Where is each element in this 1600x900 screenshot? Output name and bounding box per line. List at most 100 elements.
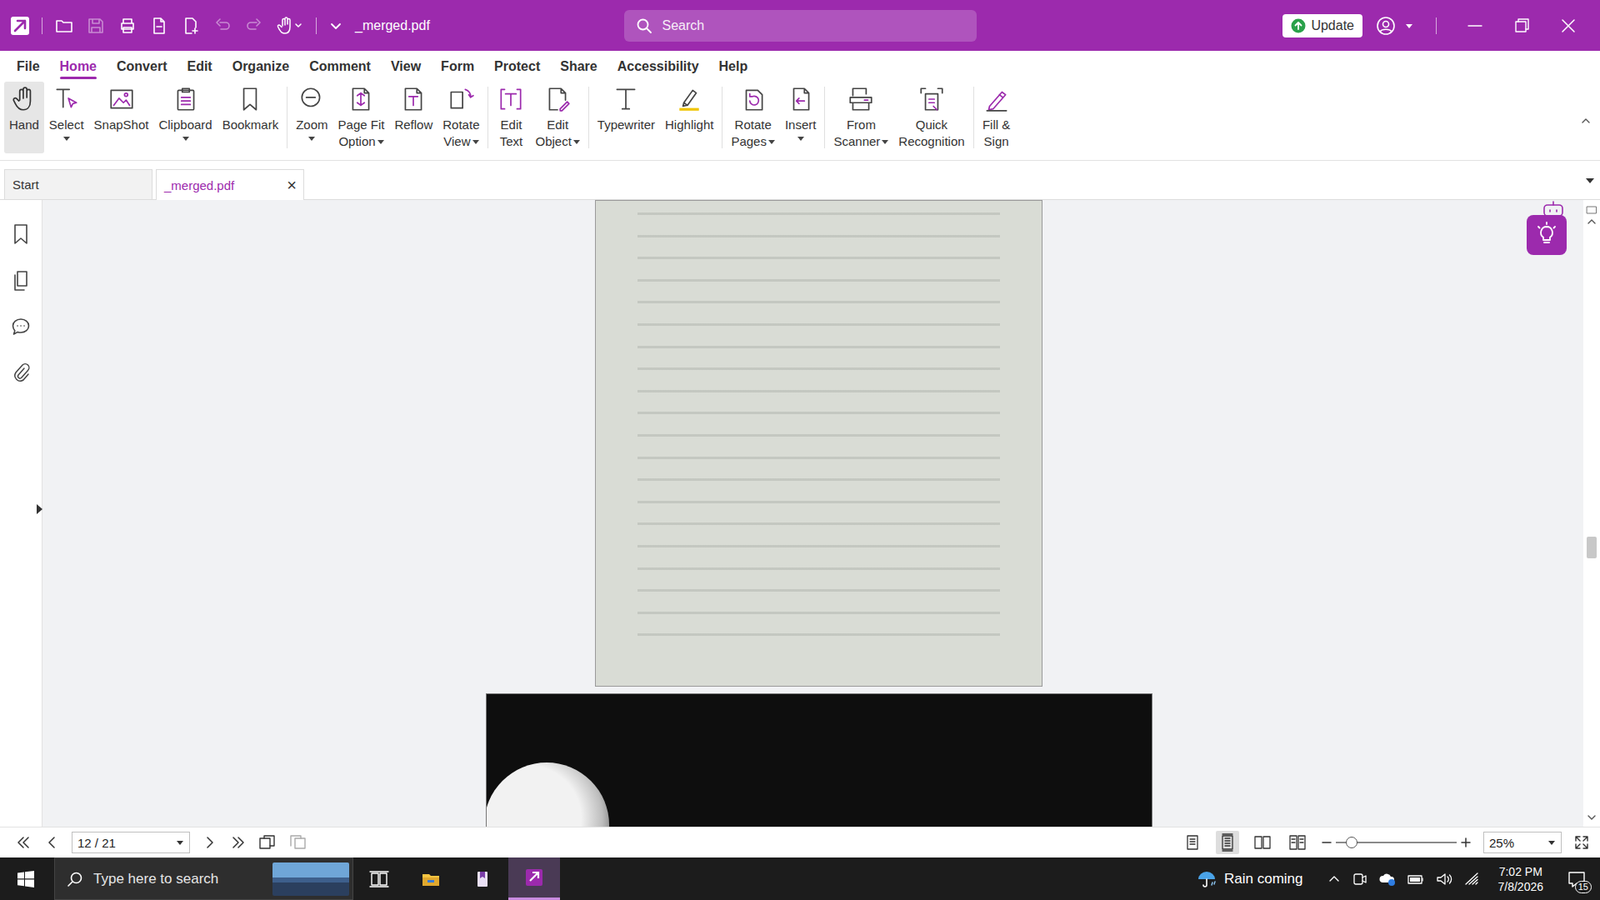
search-box[interactable] bbox=[624, 10, 977, 42]
notification-center[interactable]: 15 bbox=[1560, 862, 1594, 896]
print-icon[interactable] bbox=[117, 15, 138, 36]
close-icon[interactable] bbox=[1551, 15, 1585, 36]
meet-now-icon[interactable] bbox=[1351, 870, 1369, 888]
ribbon-label[interactable]: Highlight bbox=[665, 116, 714, 134]
save-icon[interactable] bbox=[85, 15, 106, 36]
ribbon-button[interactable]: Reflow bbox=[389, 81, 438, 154]
account-dropdown-icon[interactable] bbox=[1404, 20, 1415, 31]
ribbon-label[interactable]: Insert bbox=[785, 116, 817, 134]
tips-button[interactable] bbox=[1526, 215, 1567, 255]
taskbar-search-placeholder[interactable]: Type here to search bbox=[93, 870, 263, 888]
menu-item[interactable]: Convert bbox=[108, 59, 175, 80]
ribbon-label[interactable]: Rotate bbox=[735, 116, 772, 134]
view-mode-button[interactable] bbox=[1180, 830, 1205, 855]
ribbon-label[interactable]: Zoom bbox=[295, 116, 328, 134]
dropdown-arrow-icon[interactable] bbox=[797, 136, 805, 141]
next-page-icon[interactable] bbox=[201, 834, 219, 851]
scroll-up-icon[interactable] bbox=[1585, 215, 1598, 228]
ribbon-button[interactable]: SnapShot bbox=[89, 81, 155, 154]
ribbon-label[interactable]: Hand bbox=[9, 116, 40, 134]
panel-toggle-icon[interactable] bbox=[1585, 204, 1598, 216]
ribbon-label[interactable]: Reflow bbox=[394, 116, 433, 134]
document-tab-label[interactable]: _merged.pdf bbox=[164, 178, 235, 193]
restore-icon[interactable] bbox=[1505, 15, 1539, 36]
scroll-down-icon[interactable] bbox=[1585, 811, 1598, 824]
ribbon-button[interactable]: EditObject bbox=[530, 81, 585, 154]
ribbon-button[interactable]: Zoom bbox=[290, 81, 333, 154]
ribbon-label[interactable]: From bbox=[846, 116, 876, 134]
document-tab[interactable]: _merged.pdf × bbox=[155, 169, 305, 200]
menu-item[interactable]: View bbox=[382, 59, 430, 80]
ribbon-label[interactable]: Bookmark bbox=[222, 116, 280, 134]
ribbon-label[interactable]: Clipboard bbox=[158, 116, 212, 134]
ribbon-button[interactable]: RotateView bbox=[437, 81, 485, 154]
ribbon-button[interactable]: FromScanner bbox=[828, 81, 894, 154]
ribbon-button[interactable]: RotatePages bbox=[725, 81, 780, 154]
ribbon-label[interactable]: Page Fit bbox=[338, 116, 385, 134]
document-tab-label[interactable]: Start bbox=[12, 177, 40, 192]
taskbar-app[interactable] bbox=[456, 857, 509, 900]
taskbar-search[interactable]: Type here to search bbox=[54, 857, 354, 900]
dropdown-arrow-icon[interactable] bbox=[573, 140, 580, 145]
ribbon-label[interactable]: Typewriter bbox=[597, 116, 655, 134]
ribbon-button[interactable]: Page FitOption bbox=[333, 81, 390, 154]
comments-panel-icon[interactable] bbox=[10, 316, 31, 337]
weather-widget[interactable]: Rain coming bbox=[1195, 868, 1304, 890]
view-mode-button[interactable] bbox=[1250, 830, 1275, 855]
undo-icon[interactable] bbox=[212, 15, 233, 36]
ribbon-label[interactable]: Sign bbox=[984, 133, 1010, 150]
pages-panel-icon[interactable] bbox=[11, 270, 30, 292]
dropdown-arrow-icon[interactable] bbox=[63, 136, 70, 141]
previous-page-icon[interactable] bbox=[43, 834, 60, 851]
ribbon-label[interactable]: Rotate bbox=[442, 116, 480, 134]
taskbar-app[interactable] bbox=[508, 857, 560, 900]
show-hidden-icons-icon[interactable] bbox=[1326, 871, 1342, 887]
battery-icon[interactable] bbox=[1406, 870, 1425, 888]
document-tab[interactable]: Start bbox=[4, 169, 153, 200]
zoom-slider[interactable] bbox=[1335, 836, 1457, 849]
attachments-panel-icon[interactable] bbox=[11, 361, 30, 384]
taskbar-app[interactable] bbox=[353, 857, 405, 900]
ribbon-button[interactable]: Clipboard bbox=[153, 81, 217, 154]
search-input[interactable] bbox=[660, 17, 965, 35]
start-button[interactable] bbox=[0, 857, 52, 900]
ribbon-label[interactable]: Scanner bbox=[833, 133, 880, 150]
collapse-ribbon-icon[interactable] bbox=[1580, 115, 1592, 127]
ribbon-button[interactable]: QuickRecognition bbox=[893, 81, 970, 154]
ribbon-label[interactable]: Recognition bbox=[898, 133, 965, 150]
close-tab-button[interactable]: × bbox=[286, 176, 297, 194]
ribbon-label[interactable]: Text bbox=[500, 133, 524, 150]
customize-dropdown-icon[interactable] bbox=[328, 18, 344, 34]
vertical-scrollbar[interactable] bbox=[1583, 200, 1600, 827]
ribbon-label[interactable]: Pages bbox=[730, 133, 767, 150]
ribbon-button[interactable]: Insert bbox=[780, 81, 822, 154]
account-icon[interactable] bbox=[1375, 15, 1396, 36]
menu-item[interactable]: Accessibility bbox=[609, 59, 708, 80]
taskbar-app[interactable] bbox=[405, 857, 457, 900]
clock[interactable]: 7:02 PM7/8/2026 bbox=[1491, 864, 1551, 895]
ribbon-label[interactable]: Select bbox=[49, 116, 85, 134]
expand-sidebar-arrow-icon[interactable] bbox=[36, 504, 43, 515]
menu-item[interactable]: Comment bbox=[300, 59, 380, 80]
ribbon-button[interactable]: EditText bbox=[491, 81, 530, 154]
view-mode-button[interactable] bbox=[1215, 830, 1240, 855]
ribbon-label[interactable]: Object bbox=[535, 133, 571, 150]
ribbon-button[interactable]: Select bbox=[44, 81, 90, 154]
page-number[interactable]: 12 / 21 bbox=[77, 835, 116, 850]
previous-view-icon[interactable] bbox=[258, 833, 277, 852]
dropdown-arrow-icon[interactable] bbox=[182, 136, 190, 141]
scrollbar-track[interactable] bbox=[1583, 227, 1600, 812]
open-folder-icon[interactable] bbox=[54, 15, 75, 36]
full-screen-icon[interactable] bbox=[1573, 834, 1590, 851]
dropdown-arrow-icon[interactable] bbox=[308, 136, 315, 141]
view-mode-button[interactable] bbox=[1285, 830, 1310, 855]
dropdown-arrow-icon[interactable] bbox=[768, 140, 775, 145]
redo-icon[interactable] bbox=[244, 15, 265, 36]
ribbon-label[interactable]: SnapShot bbox=[94, 116, 150, 134]
weather-text[interactable]: Rain coming bbox=[1224, 870, 1304, 888]
zoom-out-icon[interactable] bbox=[1320, 836, 1333, 849]
menu-item[interactable]: Home bbox=[51, 59, 105, 80]
zoom-field[interactable]: 25% bbox=[1483, 831, 1562, 854]
ribbon-button[interactable]: Typewriter bbox=[592, 81, 660, 154]
ribbon-button[interactable]: Highlight bbox=[660, 81, 719, 154]
